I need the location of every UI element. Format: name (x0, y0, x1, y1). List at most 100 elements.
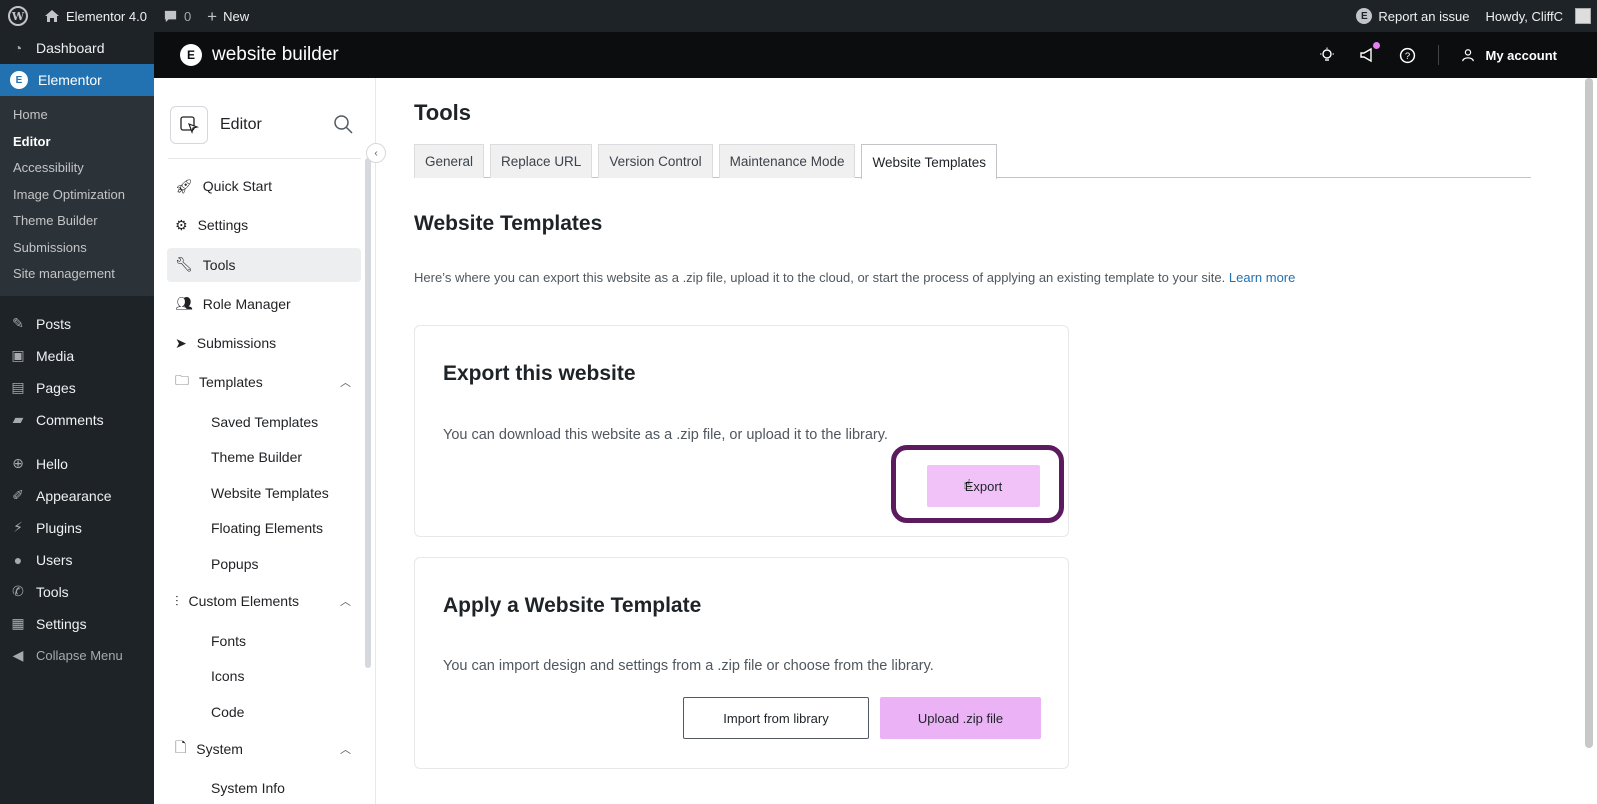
my-account-button[interactable]: My account (1461, 48, 1557, 63)
menu-pages[interactable]: ▤ Pages (0, 372, 154, 404)
system-icon: 🗋 (175, 739, 187, 756)
menu-label: Posts (36, 315, 72, 332)
submenu-accessibility[interactable]: Accessibility (0, 155, 154, 182)
megaphone-icon[interactable] (1358, 42, 1381, 64)
menu-dashboard[interactable]: ◔ Dashboard (0, 32, 154, 64)
brush-icon: ✐ (12, 487, 24, 503)
brand-logo[interactable]: E website builder (180, 44, 339, 66)
import-from-library-button[interactable]: Import from library (683, 697, 869, 739)
comment-icon (164, 10, 177, 22)
account-label: My account (1485, 47, 1557, 63)
tab-maintenance-mode[interactable]: Maintenance Mode (718, 144, 856, 178)
learn-more-link[interactable]: Learn more (1229, 270, 1295, 285)
svg-text:?: ? (1405, 51, 1410, 62)
menu-label: Hello (36, 455, 68, 472)
menu-label: Dashboard (36, 40, 105, 56)
menu-label: Users (36, 551, 73, 568)
menu-elementor[interactable]: E Elementor (0, 64, 154, 96)
nav-icons[interactable]: Icons (154, 659, 375, 695)
menu-users[interactable]: ● Users (0, 544, 154, 576)
comments-link[interactable]: 0 (155, 0, 199, 32)
notification-dot (1373, 42, 1381, 49)
chevron-up-icon: ︿ (340, 744, 351, 757)
submenu-home[interactable]: Home (0, 102, 154, 129)
menu-label: Pages (36, 379, 76, 396)
nav-role-manager[interactable]: 👥︎ Role Manager (167, 287, 361, 321)
tab-bar: General Replace URL Version Control Main… (414, 144, 1531, 179)
wp-admin-menu: ◔ Dashboard E Elementor Home Editor Acce… (0, 32, 154, 804)
menu-tools[interactable]: ✆ Tools (0, 576, 154, 608)
account-menu[interactable]: Howdy, CliffC (1477, 0, 1597, 32)
page-scrollbar[interactable] (1585, 78, 1593, 748)
elementor-icon: E (1356, 8, 1373, 24)
site-name: Elementor 4.0 (66, 8, 147, 24)
media-icon: ▣ (11, 347, 25, 363)
nav-label: Custom Elements (188, 593, 299, 610)
plug-icon: ⚡ (13, 519, 23, 535)
nav-website-templates[interactable]: Website Templates (154, 476, 375, 512)
upload-zip-button[interactable]: Upload .zip file (880, 697, 1041, 739)
nav-system[interactable]: 🗋 System ︿ (167, 732, 361, 766)
report-issue-link[interactable]: E Report an issue (1348, 0, 1477, 32)
collapse-icon: ◀ (12, 647, 24, 663)
nav-templates[interactable]: 🗀 Templates ︿ (167, 365, 361, 399)
nav-label: Tools (202, 256, 236, 273)
help-icon[interactable]: ? (1398, 46, 1416, 64)
menu-settings[interactable]: ▦ Settings (0, 608, 154, 640)
comments-count: 0 (183, 8, 192, 24)
tab-replace-url[interactable]: Replace URL (490, 144, 593, 178)
cursor-icon (180, 116, 199, 135)
submenu-editor[interactable]: Editor (0, 129, 154, 156)
nav-popups[interactable]: Popups (154, 547, 375, 583)
menu-collapse[interactable]: ◀ Collapse Menu (0, 640, 154, 672)
submenu-theme-builder[interactable]: Theme Builder (0, 208, 154, 235)
tab-website-templates[interactable]: Website Templates (861, 144, 998, 179)
intro-text: Here’s where you can export this website… (414, 270, 1295, 285)
nav-fonts[interactable]: Fonts (154, 624, 375, 660)
submenu-image-optimization[interactable]: Image Optimization (0, 182, 154, 209)
nav-floating-elements[interactable]: Floating Elements (154, 511, 375, 547)
report-label: Report an issue (1378, 8, 1470, 24)
tab-general[interactable]: General (414, 144, 485, 178)
wrench-icon: 🔧︎ (175, 256, 193, 273)
nav-tools[interactable]: 🔧︎ Tools (167, 247, 361, 282)
collapse-sidebar-button[interactable]: ‹ (366, 143, 386, 163)
folder-icon: 🗀 (175, 372, 189, 389)
pin-icon: ✎ (12, 315, 24, 331)
sidebar-scrollbar[interactable] (365, 158, 371, 668)
menu-posts[interactable]: ✎ Posts (0, 308, 154, 340)
nav-saved-templates[interactable]: Saved Templates (154, 405, 375, 441)
admin-bar: W Elementor 4.0 0 + New E Report an issu… (0, 0, 1597, 32)
menu-label: Settings (36, 615, 87, 632)
new-content-link[interactable]: + New (199, 0, 257, 32)
menu-plugins[interactable]: ⚡ Plugins (0, 512, 154, 544)
menu-appearance[interactable]: ✐ Appearance (0, 480, 154, 512)
nav-code[interactable]: Code (154, 695, 375, 731)
lightbulb-icon[interactable] (1318, 46, 1336, 64)
tab-version-control[interactable]: Version Control (598, 144, 713, 178)
nav-submissions[interactable]: ➤ Submissions (167, 326, 361, 360)
nav-label: Submissions (196, 335, 277, 352)
submenu-submissions[interactable]: Submissions (0, 235, 154, 262)
send-icon: ➤ (175, 334, 187, 351)
search-icon[interactable] (333, 114, 353, 137)
site-name-link[interactable]: Elementor 4.0 (36, 0, 155, 32)
menu-media[interactable]: ▣ Media (0, 340, 154, 372)
nav-settings[interactable]: ⚙ Settings (167, 208, 361, 242)
menu-hello[interactable]: ⊕ Hello (0, 448, 154, 480)
plus-icon: + (207, 6, 218, 26)
avatar (1575, 8, 1591, 24)
menu-comments[interactable]: ▰ Comments (0, 404, 154, 436)
nav-system-info[interactable]: System Info (154, 771, 375, 804)
nav-theme-builder[interactable]: Theme Builder (154, 440, 375, 476)
nav-quick-start[interactable]: 🚀︎ Quick Start (167, 169, 361, 203)
submenu-site-management[interactable]: Site management (0, 261, 154, 288)
new-label: New (223, 8, 250, 24)
editor-box[interactable] (170, 106, 208, 144)
wp-logo-menu[interactable]: W (0, 0, 36, 32)
menu-label: Comments (36, 411, 104, 428)
brand-text: website builder (212, 44, 339, 65)
rocket-icon: 🚀︎ (175, 177, 193, 194)
nav-custom-elements[interactable]: ⫶ Custom Elements ︿ (167, 584, 361, 618)
menu-label: Plugins (36, 519, 82, 536)
